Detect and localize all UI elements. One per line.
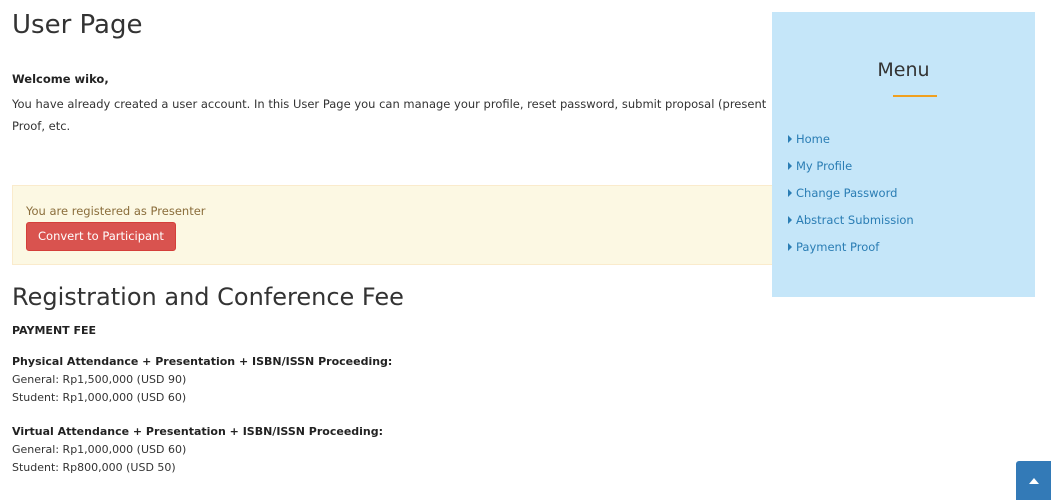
caret-right-icon <box>788 189 792 197</box>
sidebar-item-label: My Profile <box>796 159 853 173</box>
caret-right-icon <box>788 216 792 224</box>
menu-title: Menu <box>877 59 930 81</box>
convert-to-participant-button[interactable]: Convert to Participant <box>26 222 176 251</box>
scroll-to-top-button[interactable] <box>1016 461 1051 500</box>
welcome-text: Welcome wiko, <box>12 72 109 86</box>
virtual-fee-heading: Virtual Attendance + Presentation + ISBN… <box>12 425 384 438</box>
intro-line-2: Proof, etc. <box>12 119 71 133</box>
intro-line-1: You have already created a user account.… <box>12 97 767 111</box>
sidebar-item-payment-proof[interactable]: Payment Proof <box>788 238 914 265</box>
sidebar-item-my-profile[interactable]: My Profile <box>788 157 914 184</box>
physical-fee-student: Student: Rp1,000,000 (USD 60) <box>12 391 187 404</box>
payment-fee-label: PAYMENT FEE <box>12 324 97 337</box>
virtual-fee-general: General: Rp1,000,000 (USD 60) <box>12 443 187 456</box>
physical-fee-general: General: Rp1,500,000 (USD 90) <box>12 373 187 386</box>
menu-title-underline <box>893 95 937 97</box>
virtual-fee-student: Student: Rp800,000 (USD 50) <box>12 461 176 474</box>
page-title: User Page <box>12 10 143 40</box>
sidebar-menu: Menu Home My Profile Change Password Abs… <box>772 12 1035 297</box>
caret-right-icon <box>788 243 792 251</box>
sidebar-item-label: Home <box>796 132 830 146</box>
sidebar-item-abstract-submission[interactable]: Abstract Submission <box>788 211 914 238</box>
intro-text: You have already created a user account.… <box>12 93 787 137</box>
sidebar-item-change-password[interactable]: Change Password <box>788 184 914 211</box>
fee-section: PAYMENT FEE Physical Attendance + Presen… <box>12 322 392 477</box>
registration-status-alert: You are registered as Presenter Convert … <box>12 185 774 265</box>
physical-fee-heading: Physical Attendance + Presentation + ISB… <box>12 355 393 368</box>
sidebar-item-home[interactable]: Home <box>788 130 914 157</box>
sidebar-item-label: Payment Proof <box>796 240 880 254</box>
caret-right-icon <box>788 162 792 170</box>
fee-section-title: Registration and Conference Fee <box>12 283 404 311</box>
sidebar-item-label: Change Password <box>796 186 898 200</box>
registration-status-text: You are registered as Presenter <box>26 204 206 218</box>
chevron-up-icon <box>1029 478 1039 484</box>
menu-list: Home My Profile Change Password Abstract… <box>788 130 914 265</box>
sidebar-item-label: Abstract Submission <box>796 213 914 227</box>
caret-right-icon <box>788 135 792 143</box>
